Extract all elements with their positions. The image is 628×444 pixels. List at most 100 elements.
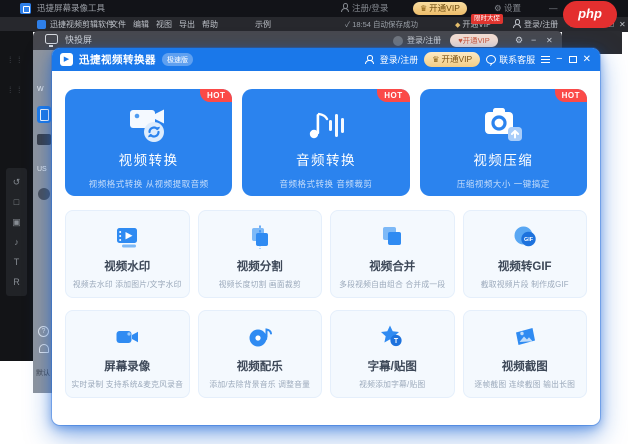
video-music-icon bbox=[199, 324, 322, 350]
converter-vip-button[interactable]: ♛ 开通VIP bbox=[424, 52, 481, 67]
hot-badge: HOT bbox=[554, 89, 587, 102]
edition-badge: 极速版 bbox=[162, 53, 193, 66]
svg-text:T: T bbox=[394, 338, 399, 345]
menu-help[interactable]: 帮助 bbox=[202, 17, 218, 32]
recorder-register-login-button[interactable]: 注册/登录 bbox=[340, 0, 388, 17]
video-editor-title: 迅捷视频剪辑软件 bbox=[50, 20, 114, 29]
svg-text:GIF: GIF bbox=[524, 237, 534, 243]
record-tool-icon[interactable]: R bbox=[6, 272, 27, 292]
menu-edit[interactable]: 编辑 bbox=[133, 17, 149, 32]
text-tool-icon[interactable]: T bbox=[6, 252, 27, 272]
converter-body: HOT 视频转换 视频格式转换 从视频提取音频 HOT 音频转换 音频格式转换 … bbox=[52, 71, 600, 398]
tool-title: 屏幕录像 bbox=[104, 361, 151, 373]
php-watermark: php bbox=[563, 1, 617, 28]
converter-title: 迅捷视频转换器 bbox=[79, 54, 156, 66]
bell-icon[interactable] bbox=[39, 344, 49, 353]
converter-titlebar: ▶ 迅捷视频转换器 极速版 登录/注册 ♛ 开通VIP 联系客服 − ✕ bbox=[52, 48, 600, 71]
tool-cards: 视频水印 视频去水印 添加图片/文字水印 视频分割 视频长度切割 画面裁剪 视频… bbox=[65, 210, 587, 398]
screen-record-icon bbox=[66, 324, 189, 350]
feature-card-audio-convert[interactable]: HOT 音频转换 音频格式转换 音频裁剪 bbox=[242, 89, 410, 196]
video-convert-icon bbox=[65, 102, 232, 148]
recorder-vip-button[interactable]: ♛ 开通VIP bbox=[413, 2, 467, 15]
music-icon[interactable]: ♪ bbox=[6, 232, 27, 252]
tool-card-video-snapshot[interactable]: 视频截图 逐帧截图 连续截图 输出长图 bbox=[462, 310, 587, 398]
tool-card-video-music[interactable]: 视频配乐 添加/去除背景音乐 调整音量 bbox=[197, 310, 322, 398]
cast-vip-button[interactable]: ♥开通VIP bbox=[450, 34, 498, 47]
person-icon bbox=[340, 3, 349, 12]
audio-convert-icon bbox=[242, 102, 409, 148]
subtitle-sticker-icon: T bbox=[331, 324, 454, 350]
feature-desc: 视频格式转换 从视频提取音频 bbox=[88, 179, 209, 189]
tool-desc: 实时录制 支持系统&麦克风录音 bbox=[71, 380, 184, 389]
screen-recorder-titlebar: 迅捷屏幕录像工具 注册/登录 ♛开通VIP ⚙ 设置 — ✕ bbox=[0, 0, 628, 17]
tool-title: 视频合并 bbox=[369, 261, 416, 273]
tool-card-screen-record[interactable]: 屏幕录像 实时录制 支持系统&麦克风录音 bbox=[65, 310, 190, 398]
hot-badge: HOT bbox=[199, 89, 233, 102]
recorder-minimize-button[interactable]: — bbox=[549, 0, 558, 17]
desktop: 迅捷屏幕录像工具 注册/登录 ♛开通VIP ⚙ 设置 — ✕ 迅捷视频剪辑软件 … bbox=[0, 0, 628, 444]
converter-minimize-button[interactable]: − bbox=[556, 48, 562, 71]
hot-badge: HOT bbox=[377, 89, 410, 102]
tool-title: 视频配乐 bbox=[236, 361, 283, 373]
tool-desc: 多段视频自由组合 合并成一段 bbox=[339, 280, 446, 289]
menu-sample[interactable]: 示例 bbox=[255, 17, 271, 32]
hamburger-menu-icon[interactable] bbox=[541, 56, 551, 63]
phone-cast-button[interactable] bbox=[37, 106, 51, 123]
tool-title: 字幕/贴图 bbox=[367, 361, 417, 373]
video-compress-icon bbox=[420, 102, 587, 148]
undo-icon[interactable]: ↺ bbox=[6, 172, 27, 192]
person-icon bbox=[512, 19, 521, 28]
video-snapshot-icon bbox=[464, 324, 587, 350]
converter-login-button[interactable]: 登录/注册 bbox=[365, 53, 418, 66]
video-editor-app-icon bbox=[37, 20, 46, 29]
cast-sidebar-bottom-label: 默认 bbox=[36, 370, 50, 377]
tool-title: 视频转GIF bbox=[497, 261, 552, 273]
menu-export[interactable]: 导出 bbox=[179, 17, 195, 32]
converter-restore-button[interactable] bbox=[568, 56, 577, 63]
editor-toolbar: ↺ □ ▣ ♪ T R bbox=[6, 168, 27, 296]
avatar bbox=[393, 35, 403, 46]
crown-icon: ♛ bbox=[432, 55, 440, 64]
feature-card-video-convert[interactable]: HOT 视频转换 视频格式转换 从视频提取音频 bbox=[65, 89, 233, 196]
video-editor-left-panel: ⁞ ⁞ ⁞ ⁞ ↺ □ ▣ ♪ T R bbox=[0, 31, 33, 361]
panel-texture: ⁞ ⁞ bbox=[9, 55, 23, 65]
menu-view[interactable]: 视图 bbox=[156, 17, 172, 32]
tool-desc: 视频去水印 添加图片/文字水印 bbox=[72, 280, 182, 289]
menu-file[interactable]: 文件 bbox=[110, 17, 126, 32]
editor-login-button[interactable]: 登录/注册 bbox=[512, 17, 558, 32]
monitor-icon[interactable] bbox=[37, 134, 51, 145]
converter-window: ▶ 迅捷视频转换器 极速版 登录/注册 ♛开通VIP 联系客服 − ✕ HOT bbox=[52, 48, 600, 425]
tool-title: 视频水印 bbox=[104, 261, 151, 273]
converter-app-icon: ▶ bbox=[60, 53, 73, 66]
diamond-icon: ◆ bbox=[455, 22, 461, 29]
tool-card-video-watermark[interactable]: 视频水印 视频去水印 添加图片/文字水印 bbox=[65, 210, 190, 298]
editor-close-button[interactable]: ✕ bbox=[619, 17, 626, 32]
tool-card-video-split[interactable]: 视频分割 视频长度切割 画面裁剪 bbox=[197, 210, 322, 298]
autosave-status: ✓ 18:54 自动保存成功 bbox=[345, 20, 419, 29]
tool-card-video-merge[interactable]: 视频合并 多段视频自由组合 合并成一段 bbox=[330, 210, 455, 298]
tool-desc: 添加/去除背景音乐 调整音量 bbox=[209, 380, 311, 389]
usb-cast-label: US bbox=[37, 166, 47, 173]
canvas-icon[interactable]: □ bbox=[6, 192, 27, 212]
feature-card-video-compress[interactable]: HOT 视频压缩 压缩视频大小 一键搞定 bbox=[419, 89, 587, 196]
tv-icon bbox=[45, 34, 58, 47]
screen-recorder-app-icon bbox=[20, 3, 31, 14]
tool-desc: 视频长度切割 画面裁剪 bbox=[218, 280, 301, 289]
panel-texture: ⁞ ⁞ bbox=[9, 85, 23, 95]
feature-title: 音频转换 bbox=[295, 153, 356, 168]
contact-support-button[interactable]: 联系客服 bbox=[486, 53, 535, 66]
tool-card-subtitle-sticker[interactable]: T 字幕/贴图 视频添加字幕/贴图 bbox=[330, 310, 455, 398]
layers-icon[interactable]: ▣ bbox=[6, 212, 27, 232]
video-merge-icon bbox=[331, 224, 454, 250]
android-icon[interactable] bbox=[38, 188, 50, 200]
tool-desc: 视频添加字幕/贴图 bbox=[359, 380, 426, 389]
tool-desc: 逐帧截图 连续截图 输出长图 bbox=[474, 380, 576, 389]
feature-cards: HOT 视频转换 视频格式转换 从视频提取音频 HOT 音频转换 音频格式转换 … bbox=[65, 89, 587, 196]
tool-card-video-to-gif[interactable]: GIF 视频转GIF 截取视频片段 制作成GIF bbox=[462, 210, 587, 298]
converter-close-button[interactable]: ✕ bbox=[583, 54, 591, 65]
video-split-icon bbox=[199, 224, 322, 250]
wifi-cast-label: W bbox=[37, 86, 44, 93]
promo-badge: 限时大促 bbox=[471, 14, 503, 24]
help-icon[interactable]: ? bbox=[38, 326, 49, 337]
video-watermark-icon bbox=[66, 224, 189, 250]
